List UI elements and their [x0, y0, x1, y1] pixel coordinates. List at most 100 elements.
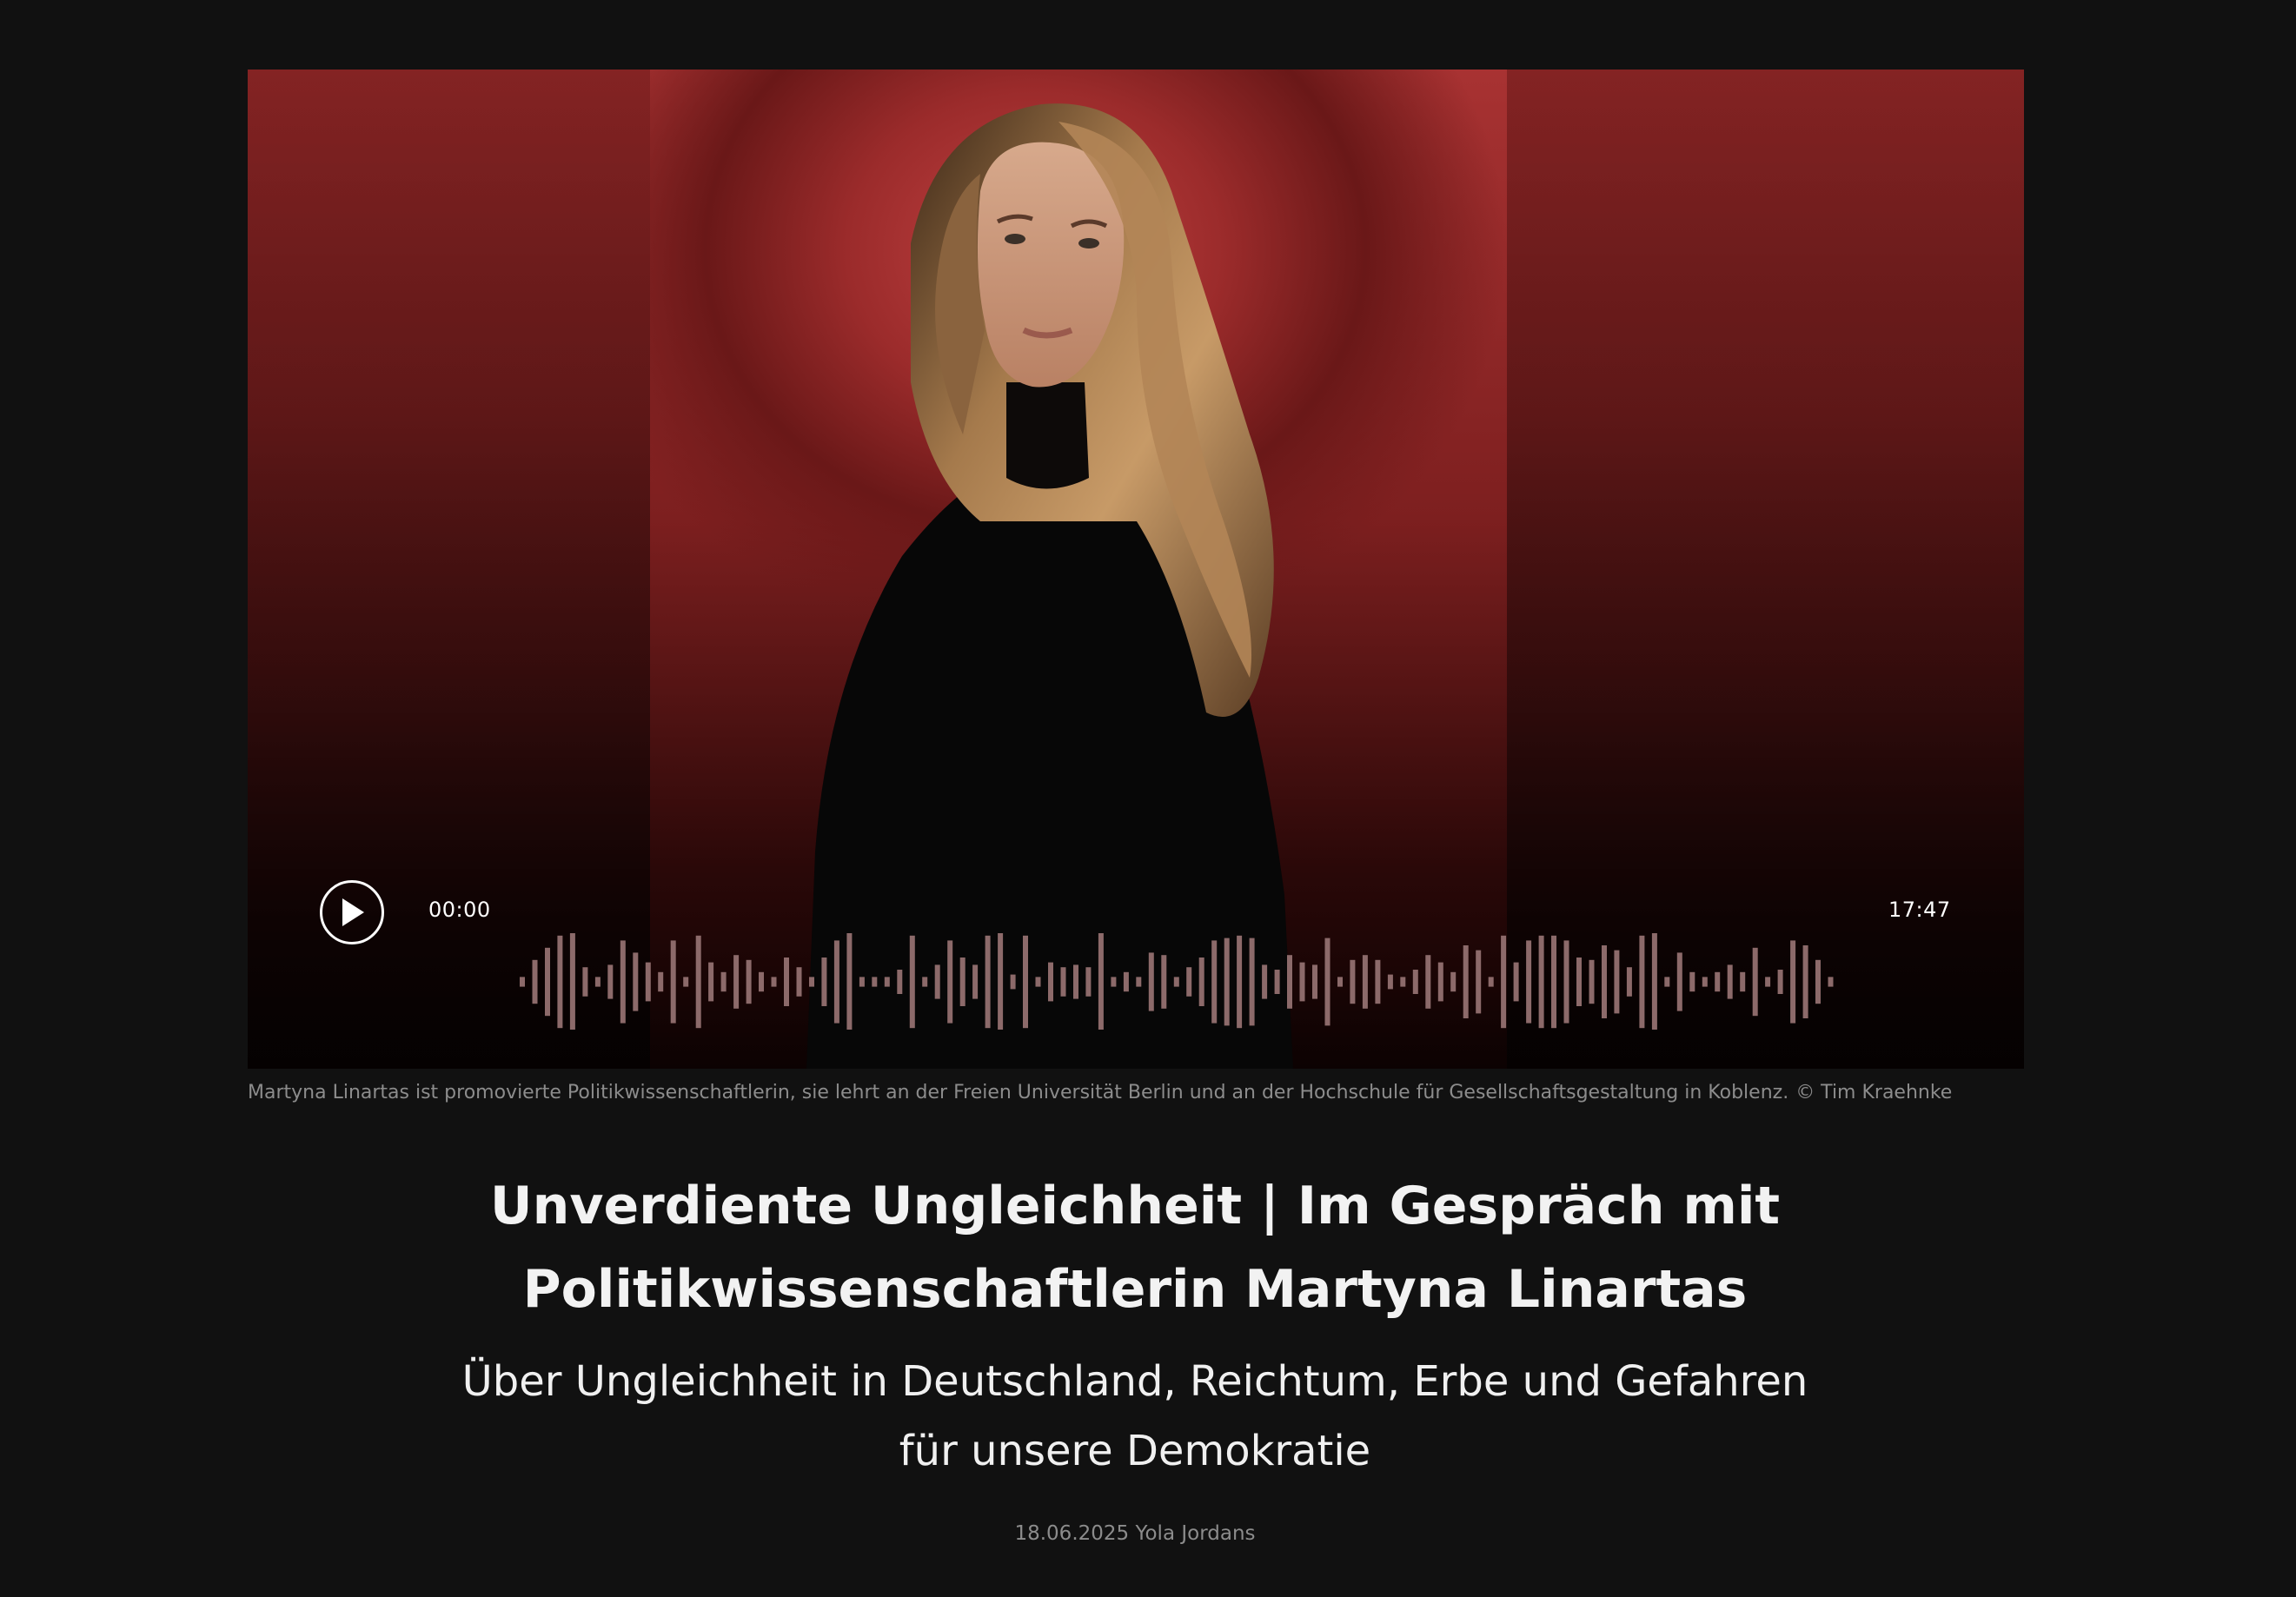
- current-time: 00:00: [428, 898, 491, 922]
- waveform-bar: [1350, 959, 1356, 1004]
- waveform-bar: [569, 933, 575, 1030]
- waveform-bar: [1023, 935, 1028, 1029]
- waveform-bar: [1412, 970, 1418, 994]
- waveform-bar: [1602, 945, 1607, 1018]
- waveform-bar: [1249, 938, 1255, 1026]
- waveform-bar: [695, 935, 701, 1029]
- waveform-bar: [1501, 935, 1507, 1029]
- waveform-bar: [1437, 962, 1443, 1002]
- waveform-bar: [1689, 971, 1695, 992]
- waveform-bar: [872, 977, 878, 987]
- waveform-bar: [683, 977, 689, 987]
- waveform-bar: [658, 971, 664, 992]
- waveform-bar: [1664, 977, 1670, 987]
- waveform-bar: [909, 935, 915, 1029]
- audio-waveform[interactable]: [520, 925, 1841, 1030]
- waveform-bar: [557, 935, 563, 1029]
- waveform-bar: [1123, 971, 1129, 992]
- image-caption: Martyna Linartas ist promovierte Politik…: [248, 1082, 2073, 1103]
- caption-text: Martyna Linartas ist promovierte Politik…: [248, 1082, 1789, 1103]
- waveform-bar: [633, 952, 639, 1011]
- waveform-bar: [1614, 950, 1620, 1014]
- article-subtitle-line-1: Über Ungleichheit in Deutschland, Reicht…: [461, 1357, 1808, 1406]
- waveform-bar: [809, 977, 814, 987]
- waveform-bar: [1563, 940, 1569, 1024]
- waveform-bar: [1387, 974, 1393, 990]
- waveform-bar: [1802, 945, 1808, 1018]
- waveform-bar: [985, 935, 991, 1029]
- waveform-bar: [1463, 945, 1469, 1018]
- waveform-bar: [1702, 977, 1708, 987]
- article-meta: 18.06.2025 Yola Jordans: [0, 1522, 2270, 1545]
- waveform-bar: [1752, 947, 1758, 1017]
- play-button[interactable]: [320, 880, 384, 944]
- waveform-bar: [1262, 964, 1268, 999]
- article-title-line-2: Politikwissenschaftlerin Martyna Linarta…: [522, 1259, 1748, 1320]
- waveform-bar: [1488, 977, 1494, 987]
- waveform-bar: [520, 977, 525, 987]
- article-subtitle: Über Ungleichheit in Deutschland, Reicht…: [421, 1347, 1848, 1486]
- waveform-bar: [1400, 977, 1406, 987]
- waveform-bar: [1513, 962, 1519, 1002]
- waveform-bar: [1073, 964, 1078, 999]
- publish-date: 18.06.2025: [1014, 1522, 1130, 1545]
- waveform-bar: [1048, 962, 1053, 1002]
- waveform-bar: [1085, 967, 1092, 997]
- waveform-bar: [1237, 935, 1243, 1029]
- waveform-bar: [759, 971, 764, 992]
- waveform-bar: [1639, 935, 1645, 1029]
- article-title-line-1: Unverdiente Ungleichheit | Im Gespräch m…: [489, 1176, 1781, 1236]
- waveform-bar: [1060, 967, 1066, 997]
- play-icon: [342, 898, 364, 926]
- waveform-bar: [607, 964, 614, 999]
- hero-image: 00:00 17:47: [248, 70, 2024, 1069]
- waveform-bar: [1198, 958, 1204, 1006]
- waveform-bar: [1186, 967, 1192, 997]
- waveform-bar: [1098, 933, 1104, 1030]
- waveform-bar: [545, 947, 550, 1017]
- audio-player: 00:00 17:47: [248, 70, 2024, 1069]
- waveform-bar: [1450, 971, 1457, 992]
- waveform-bar: [1740, 971, 1746, 992]
- waveform-bar: [1111, 977, 1117, 987]
- waveform-bar: [1299, 962, 1305, 1002]
- waveform-bar: [1765, 977, 1771, 987]
- waveform-bar: [922, 977, 928, 987]
- waveform-bar: [620, 940, 626, 1024]
- waveform-bar: [1727, 964, 1733, 999]
- waveform-bar: [821, 958, 827, 1006]
- waveform-bar: [1589, 959, 1595, 1004]
- waveform-bar: [1790, 940, 1796, 1024]
- waveform-bar: [972, 964, 979, 999]
- article-subtitle-line-2: für unsere Demokratie: [899, 1427, 1371, 1475]
- waveform-bar: [670, 940, 676, 1024]
- waveform-bar: [1828, 977, 1834, 987]
- waveform-bar: [1010, 974, 1016, 990]
- author-name[interactable]: Yola Jordans: [1135, 1522, 1255, 1545]
- waveform-bar: [1551, 935, 1556, 1029]
- waveform-bar: [1274, 970, 1280, 994]
- waveform-bar: [1715, 971, 1721, 992]
- waveform-bar: [1337, 977, 1343, 987]
- waveform-bar: [1476, 950, 1482, 1014]
- waveform-bar: [582, 967, 588, 997]
- waveform-bar: [1375, 959, 1381, 1004]
- waveform-bar: [1211, 940, 1218, 1024]
- waveform-bar: [1425, 955, 1431, 1009]
- waveform-bar: [1815, 959, 1821, 1004]
- waveform-bar: [833, 940, 839, 1024]
- waveform-bar: [934, 964, 940, 999]
- duration: 17:47: [1888, 898, 1951, 922]
- waveform-bar: [1161, 955, 1167, 1009]
- waveform-bar: [959, 958, 966, 1006]
- waveform-bar: [720, 971, 727, 992]
- waveform-bar: [1576, 958, 1582, 1006]
- waveform-bar: [645, 962, 651, 1002]
- waveform-bar: [733, 955, 740, 1009]
- waveform-bar: [1526, 940, 1532, 1024]
- waveform-bar: [784, 958, 789, 1006]
- waveform-bar: [532, 959, 538, 1004]
- waveform-bar: [947, 940, 953, 1024]
- waveform-bar: [1362, 955, 1368, 1009]
- waveform-bar: [746, 959, 752, 1004]
